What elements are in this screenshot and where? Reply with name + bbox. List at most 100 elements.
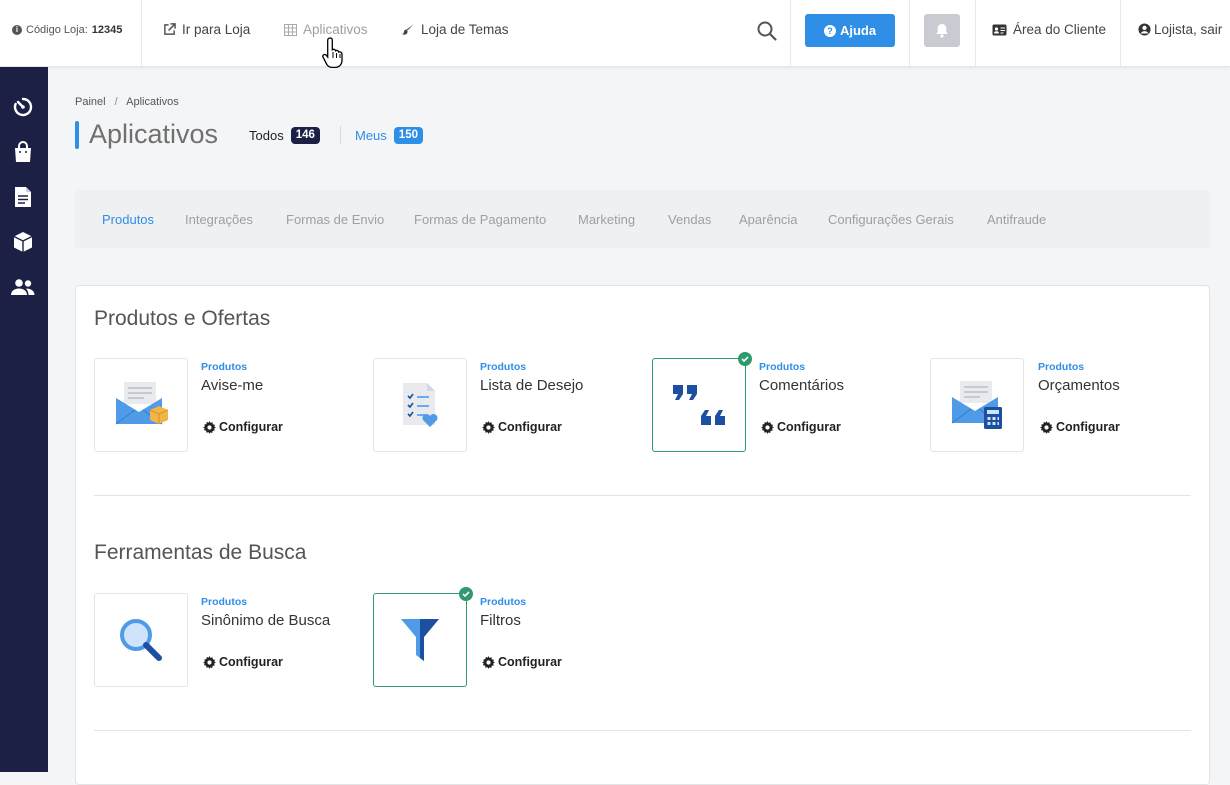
app-category: Produtos [1038,361,1085,373]
tab-integracoes[interactable]: Integrações [185,212,253,227]
app-name: Avise-me [201,377,264,394]
tab-vendas[interactable]: Vendas [668,212,711,227]
section-title: Ferramentas de Busca [94,541,307,564]
configure-button[interactable]: Configurar [482,655,562,669]
app-category: Produtos [759,361,806,373]
divider [790,0,791,67]
section-divider [94,730,1191,731]
configure-button[interactable]: Configurar [203,420,283,434]
theme-store-label: Loja de Temas [421,22,509,37]
client-area-label: Área do Cliente [1013,22,1107,37]
configure-button[interactable]: Configurar [203,655,283,669]
gear-icon [1040,420,1053,434]
tab-marketing[interactable]: Marketing [578,212,635,227]
gear-icon [203,655,216,669]
go-to-store-link[interactable]: Ir para Loja [163,22,250,37]
configure-label: Configurar [219,655,283,669]
breadcrumb-current: Aplicativos [126,96,179,108]
section-title: Produtos e Ofertas [94,307,271,330]
app-category: Produtos [201,596,248,608]
configure-label: Configurar [219,420,283,434]
configure-label: Configurar [1056,420,1120,434]
id-card-icon [992,24,1007,35]
document-icon[interactable] [11,185,35,209]
app-name: Lista de Desejo [480,377,584,394]
app-thumbnail[interactable] [652,352,752,452]
app-category: Produtos [480,361,527,373]
app-category: Produtos [201,361,248,373]
app-thumbnail[interactable] [373,587,473,687]
divider [340,126,341,144]
magnifier-icon [120,619,162,661]
installed-check-icon [459,587,473,601]
shopping-bag-icon[interactable] [11,140,35,164]
store-code-label: Código Loja: [26,24,88,36]
filter-mine[interactable]: Meus 150 [355,127,423,144]
app-name: Comentários [759,377,845,394]
logout-label: Lojista, sair [1154,22,1223,37]
tab-aparencia[interactable]: Aparência [739,212,798,227]
configure-button[interactable]: Configurar [482,420,562,434]
apps-label: Aplicativos [303,22,368,37]
filter-mine-count: 150 [393,127,423,144]
tab-formas-de-envio[interactable]: Formas de Envio [286,212,384,227]
grid-icon [284,23,297,36]
filter-all-count: 146 [290,127,320,144]
configure-button[interactable]: Configurar [761,420,841,434]
filter-all[interactable]: Todos 146 [249,127,320,144]
breadcrumb: Painel / Aplicativos [75,96,179,108]
page-title: Aplicativos [89,119,219,149]
top-bar: i Código Loja: 12345 Ir para Loja Aplica… [0,0,1230,69]
divider [1120,0,1121,67]
notifications-button[interactable] [924,14,960,47]
category-tabs: Produtos Integrações Formas de Envio For… [75,190,1210,248]
apps-card [75,285,1210,785]
mail-box-icon [115,382,168,425]
app-thumbnail[interactable] [94,593,188,687]
help-button[interactable]: ? Ajuda [805,14,895,47]
client-area-link[interactable]: Área do Cliente [992,22,1106,37]
help-label: Ajuda [839,23,877,38]
store-code: i Código Loja: 12345 [12,24,122,36]
configure-button[interactable]: Configurar [1040,420,1120,434]
sidebar [0,67,48,772]
app-thumbnail[interactable] [930,358,1024,452]
box-icon[interactable] [11,230,35,254]
store-code-value: 12345 [91,24,123,36]
gear-icon [482,655,495,669]
users-icon[interactable] [11,275,35,299]
quotes-icon [673,385,725,425]
app-thumbnail[interactable] [373,358,467,452]
app-name: Filtros [480,612,521,629]
tab-antifraude[interactable]: Antifraude [987,212,1046,227]
external-link-icon [164,23,176,35]
dashboard-icon[interactable] [11,95,35,119]
filter-all-label: Todos [249,128,284,143]
apps-link[interactable]: Aplicativos [284,22,368,37]
go-to-store-label: Ir para Loja [182,22,251,37]
app-name: Sinônimo de Busca [201,612,331,629]
breadcrumb-root[interactable]: Painel [75,96,106,108]
breadcrumb-separator: / [114,96,118,108]
tab-formas-de-pagamento[interactable]: Formas de Pagamento [414,212,546,227]
app-category: Produtos [480,596,527,608]
wishlist-icon [403,383,438,427]
user-circle-icon [1138,23,1151,36]
pointer-cursor-icon [322,37,343,69]
theme-store-link[interactable]: Loja de Temas [402,22,509,37]
tab-configuracoes-gerais[interactable]: Configurações Gerais [828,212,954,227]
bell-icon [936,24,948,38]
search-icon[interactable] [756,20,778,42]
tab-produtos[interactable]: Produtos [102,212,154,227]
logout-link[interactable]: Lojista, sair [1138,22,1222,37]
app-name: Orçamentos [1038,377,1120,394]
funnel-icon [401,619,439,661]
configure-label: Configurar [498,655,562,669]
title-accent [75,121,79,149]
gear-icon [203,420,216,434]
brush-icon [402,23,415,35]
divider [975,0,976,67]
installed-check-icon [738,352,752,366]
filter-mine-label: Meus [355,128,387,143]
app-thumbnail[interactable] [94,358,188,452]
